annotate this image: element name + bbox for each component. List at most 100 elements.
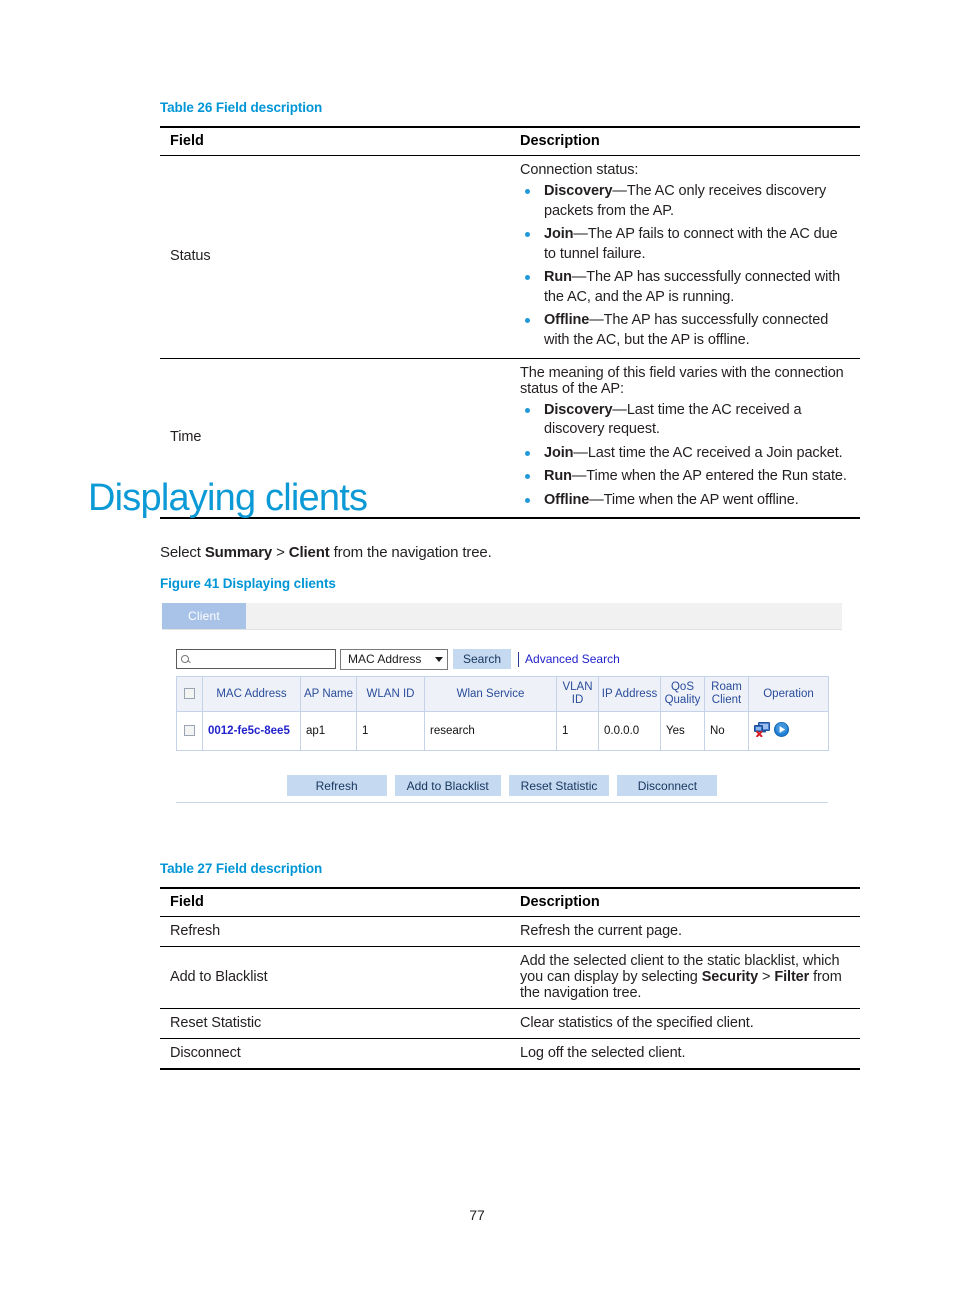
bullet-term: Run — [544, 269, 572, 286]
section-intro: Select Summary > Client from the navigat… — [160, 544, 492, 561]
play-icon[interactable] — [774, 721, 789, 737]
column-header-wlan-service[interactable]: Wlan Service — [424, 675, 557, 713]
table-26-row-0-description: Connection status: Discovery—The AC only… — [510, 155, 860, 359]
client-table-header-row: MAC Address AP Name WLAN ID Wlan Service… — [176, 675, 829, 713]
chevron-down-icon — [435, 656, 443, 662]
table-26-row-1-description: The meaning of this field varies with th… — [510, 358, 860, 520]
bullet-text: The AP has successfully connected with t… — [544, 269, 841, 305]
disconnect-client-icon[interactable] — [754, 721, 771, 737]
bullet-text: Time when the AP went offline. — [603, 491, 799, 508]
refresh-button[interactable]: Refresh — [286, 775, 387, 797]
cell-vlan-id: 1 — [556, 711, 599, 752]
table-row: Reset Statistic Clear statistics of the … — [160, 1008, 860, 1039]
advanced-search-link[interactable]: Advanced Search — [525, 652, 620, 666]
column-header-qos-quality[interactable]: QoS Quality — [660, 675, 705, 713]
bullet-dash: — — [612, 183, 627, 199]
table-27-row-0-description: Refresh the current page. — [510, 916, 860, 947]
column-header-mac-address[interactable]: MAC Address — [202, 675, 301, 713]
search-field-select[interactable]: MAC Address — [340, 648, 448, 670]
list-item: Join—The AP fails to connect with the AC… — [520, 225, 852, 264]
bullet-term: Run — [544, 468, 572, 485]
mac-address-link[interactable]: 0012-fe5c-8ee5 — [208, 725, 290, 738]
bullet-term: Discovery — [544, 183, 613, 199]
search-button[interactable]: Search — [453, 649, 512, 669]
bullet-dash: — — [573, 226, 588, 243]
intro-prefix: Select — [160, 544, 205, 561]
bullet-term: Join — [544, 226, 574, 243]
intro-nav-client: Client — [288, 544, 330, 561]
bullet-dash: — — [571, 468, 587, 485]
cell-ap-name: ap1 — [300, 711, 357, 752]
description-lead: The meaning of this field varies with th… — [520, 364, 844, 397]
list-item: Discovery—Last time the AC received a di… — [520, 401, 852, 440]
description-bullet-list: Discovery—The AC only receives discovery… — [520, 182, 852, 351]
table-27: Field Description Refresh Refresh the cu… — [160, 887, 860, 1070]
table-27-row-2-field: Reset Statistic — [160, 1008, 510, 1039]
table-27-row-1-field: Add to Blacklist — [160, 946, 510, 1009]
search-toolbar: MAC Address Search Advanced Search — [176, 648, 828, 670]
column-header-vlan-id[interactable]: VLAN ID — [556, 675, 599, 713]
table-26-header-description: Description — [510, 126, 860, 156]
tab-bar: Client — [162, 603, 842, 630]
bullet-term: Join — [544, 444, 574, 461]
disconnect-button[interactable]: Disconnect — [617, 775, 718, 797]
description-bullet-list: Discovery—Last time the AC received a di… — [520, 401, 852, 511]
reset-statistic-button[interactable]: Reset Statistic — [508, 775, 610, 797]
table-27-header-description: Description — [510, 887, 860, 917]
list-item: Offline—Time when the AP went offline. — [520, 491, 852, 511]
cell-wlan-id: 1 — [356, 711, 425, 752]
table-27-row-3-field: Disconnect — [160, 1038, 510, 1070]
bullet-text: Last time the AC received a Join packet. — [587, 444, 843, 461]
table-27-caption: Table 27 Field description — [160, 861, 323, 876]
column-header-wlan-id[interactable]: WLAN ID — [356, 675, 425, 713]
client-table: MAC Address AP Name WLAN ID Wlan Service… — [176, 675, 829, 752]
table-27-row-1-description: Add the selected client to the static bl… — [510, 946, 860, 1009]
column-header-roam-client[interactable]: Roam Client — [704, 675, 749, 713]
cell-mac-address: 0012-fe5c-8ee5 — [202, 711, 301, 752]
page-title: Displaying clients — [88, 477, 368, 519]
column-header-ap-name[interactable]: AP Name — [300, 675, 357, 713]
bullet-dash: — — [573, 444, 588, 461]
table-row: Refresh Refresh the current page. — [160, 916, 860, 947]
search-input[interactable] — [176, 649, 336, 669]
page-number: 77 — [469, 1207, 485, 1223]
description-lead: Connection status: — [520, 162, 639, 178]
cell-operation — [748, 711, 829, 752]
column-header-operation: Operation — [748, 675, 829, 713]
table-26-header-row: Field Description — [160, 126, 860, 156]
bullet-dash: — — [612, 401, 627, 418]
table-27-header-field: Field — [160, 887, 510, 917]
row-checkbox[interactable] — [184, 725, 195, 736]
desc-nav-filter: Filter — [774, 969, 810, 985]
toolbar-divider — [518, 651, 520, 667]
table-27-row-0-field: Refresh — [160, 916, 510, 947]
list-item: Join—Last time the AC received a Join pa… — [520, 444, 852, 464]
bullet-text: Time when the AP entered the Run state. — [586, 468, 847, 485]
table-row: 0012-fe5c-8ee5 ap1 1 research 1 0.0.0.0 … — [176, 711, 829, 752]
bullet-term: Offline — [544, 491, 590, 508]
cell-qos-quality: Yes — [660, 711, 705, 752]
table-row: Add to Blacklist Add the selected client… — [160, 946, 860, 1009]
table-27-row-2-description: Clear statistics of the specified client… — [510, 1008, 860, 1039]
figure-41-caption: Figure 41 Displaying clients — [160, 576, 336, 591]
desc-gt: > — [758, 969, 775, 985]
tab-client[interactable]: Client — [162, 603, 246, 629]
add-to-blacklist-button[interactable]: Add to Blacklist — [394, 775, 501, 797]
table-26-block: Table 26 Field description Field Descrip… — [160, 100, 860, 520]
bullet-text: The AP fails to connect with the AC due … — [544, 226, 838, 262]
figure-41-client-page: Client MAC Address Search Advanced Searc… — [162, 603, 842, 804]
table-27-header-row: Field Description — [160, 887, 860, 917]
list-item: Offline—The AP has successfully connecte… — [520, 311, 852, 350]
search-field-select-value: MAC Address — [348, 652, 422, 666]
desc-nav-security: Security — [701, 969, 759, 985]
row-select-cell — [176, 711, 203, 752]
tab-bar-filler — [246, 603, 842, 629]
document-page: Table 26 Field description Field Descrip… — [0, 0, 954, 1296]
select-all-header — [176, 675, 203, 713]
table-27-block: Table 27 Field description Field Descrip… — [160, 861, 860, 1070]
cell-wlan-service: research — [424, 711, 557, 752]
column-header-ip-address[interactable]: IP Address — [598, 675, 661, 713]
select-all-checkbox[interactable] — [184, 688, 195, 700]
bullet-dash: — — [589, 491, 604, 508]
table-26: Field Description Status Connection stat… — [160, 126, 860, 520]
